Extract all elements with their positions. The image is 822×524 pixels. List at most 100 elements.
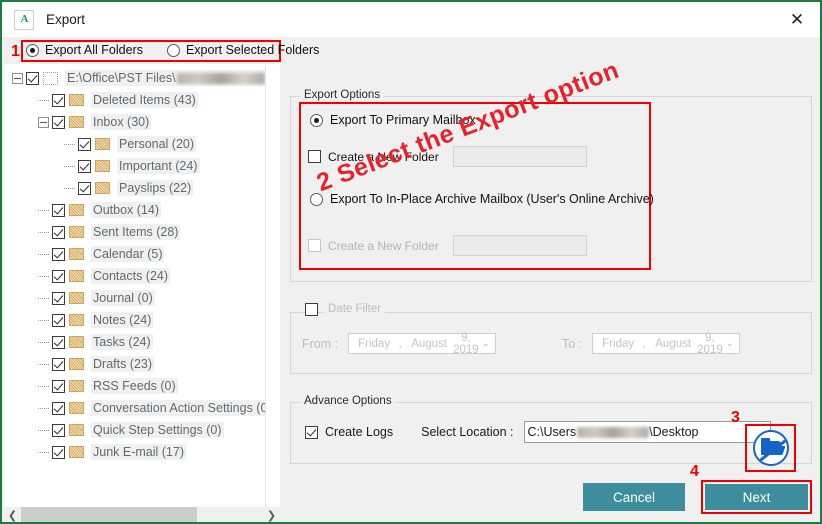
tree-horizontal-scrollbar[interactable]: ❮ ❯: [4, 507, 280, 522]
folder-icon: [69, 94, 84, 106]
tree-connector: [38, 231, 49, 233]
option-export-to-primary-mailbox[interactable]: Export To Primary Mailbox: [310, 113, 476, 127]
close-icon[interactable]: ✕: [774, 2, 820, 37]
redacted-path: [176, 73, 265, 85]
tree-item-checkbox[interactable]: [52, 401, 65, 415]
tree-item[interactable]: Important (24): [4, 155, 266, 177]
tree-item-checkbox[interactable]: [52, 291, 65, 305]
tree-item-label: Quick Step Settings (0): [91, 422, 224, 438]
tree-item-label: Payslips (22): [117, 180, 194, 196]
tree-item-label: Conversation Action Settings (0): [91, 400, 274, 416]
tree-item[interactable]: Quick Step Settings (0): [4, 419, 266, 441]
tree-item-checkbox[interactable]: [52, 247, 65, 261]
primary-create-new-folder-row[interactable]: Create a New Folder: [308, 146, 587, 167]
scroll-right-icon[interactable]: ❯: [263, 507, 280, 522]
input-primary-new-folder-name[interactable]: [452, 146, 587, 167]
collapse-icon[interactable]: [12, 72, 23, 84]
tree-connector: [64, 187, 75, 189]
tree-connector: [38, 385, 49, 387]
tree-item[interactable]: E:\Office\PST Files\: [4, 67, 267, 89]
tree-item[interactable]: Inbox (30): [4, 111, 266, 133]
label-archive-mailbox: Export To In-Place Archive Mailbox (User…: [330, 192, 654, 206]
tree-item-checkbox[interactable]: [78, 159, 91, 173]
root-node-icon: [43, 71, 58, 85]
checkbox-create-logs[interactable]: [305, 425, 318, 439]
tree-item-checkbox[interactable]: [52, 225, 65, 239]
label-primary-mailbox: Export To Primary Mailbox: [330, 113, 476, 127]
tree-item-checkbox[interactable]: [52, 335, 65, 349]
tree-item-checkbox[interactable]: [52, 203, 65, 217]
folder-icon: [69, 116, 84, 128]
tree-vertical-scrollbar[interactable]: [265, 64, 280, 507]
folder-icon: [69, 204, 84, 216]
folder-browse-icon[interactable]: [750, 429, 791, 467]
tree-connector: [38, 253, 49, 255]
tree-connector: [38, 451, 49, 453]
tree-item-label: Personal (20): [117, 136, 197, 152]
chevron-down-icon[interactable]: ⌄: [479, 338, 493, 349]
annotation-step-1: 1: [11, 43, 20, 60]
tree-item-label: Journal (0): [91, 290, 155, 306]
export-dialog-window: A Export ✕ 1 Export All Folders Export S…: [0, 0, 822, 524]
tree-item[interactable]: Calendar (5): [4, 243, 266, 265]
tree-item-checkbox[interactable]: [52, 445, 65, 459]
tree-item[interactable]: Tasks (24): [4, 331, 266, 353]
tree-item[interactable]: Conversation Action Settings (0): [4, 397, 274, 419]
checkbox-primary-create-new-folder[interactable]: [308, 150, 321, 163]
hscroll-thumb[interactable]: [21, 507, 197, 522]
datepicker-to-day: Friday: [602, 337, 635, 350]
next-button[interactable]: Next: [705, 484, 808, 510]
tree-item-checkbox[interactable]: [52, 93, 65, 107]
tree-item-label: Outbox (14): [91, 202, 162, 218]
label-primary-create-new-folder: Create a New Folder: [328, 149, 439, 164]
tree-item-checkbox[interactable]: [26, 71, 39, 85]
scroll-left-icon[interactable]: ❮: [4, 507, 21, 522]
tree-item-checkbox[interactable]: [52, 115, 65, 129]
radio-export-selected-folders[interactable]: [166, 43, 180, 57]
tree-item-checkbox[interactable]: [52, 379, 65, 393]
tree-item-checkbox[interactable]: [78, 137, 91, 151]
datepicker-from-day: Friday: [358, 337, 391, 350]
tree-connector: [38, 407, 49, 409]
tree-item[interactable]: Junk E-mail (17): [4, 441, 266, 463]
radio-export-all-folders[interactable]: [26, 43, 39, 57]
tree-item-checkbox[interactable]: [52, 357, 65, 371]
tree-item[interactable]: Deleted Items (43): [4, 89, 266, 111]
tree-item-checkbox[interactable]: [52, 313, 65, 327]
datepicker-from[interactable]: Friday , August 9, 2019 ⌄: [348, 332, 497, 356]
tree-item[interactable]: RSS Feeds (0): [4, 375, 266, 397]
option-export-to-archive-mailbox[interactable]: Export To In-Place Archive Mailbox (User…: [310, 192, 654, 206]
folder-tree-panel[interactable]: E:\Office\PST Files\ Deleted Items (43) In…: [4, 64, 280, 507]
tree-item-checkbox[interactable]: [78, 181, 91, 195]
tree-item[interactable]: Payslips (22): [4, 177, 266, 199]
chevron-down-icon[interactable]: ⌄: [723, 338, 737, 349]
tree-item-label: E:\Office\PST Files\: [65, 70, 267, 86]
tree-connector: [64, 165, 75, 167]
tree-item-checkbox[interactable]: [52, 423, 65, 437]
tree-item[interactable]: Personal (20): [4, 133, 266, 155]
tree-item[interactable]: Drafts (23): [4, 353, 266, 375]
tree-item[interactable]: Journal (0): [4, 287, 266, 309]
datepicker-to[interactable]: Friday , August 9, 2019 ⌄: [592, 332, 741, 356]
radio-archive-mailbox[interactable]: [310, 192, 323, 206]
advance-options-row: Create Logs Select Location : C:\Users \…: [305, 421, 771, 443]
tree-item-checkbox[interactable]: [52, 269, 65, 283]
tree-item[interactable]: Contacts (24): [4, 265, 266, 287]
annotation-step-3: 3: [731, 409, 740, 426]
tree-item[interactable]: Sent Items (28): [4, 221, 266, 243]
tree-item-label: Calendar (5): [91, 246, 165, 262]
advance-options-title: Advance Options: [300, 395, 396, 407]
cancel-button[interactable]: Cancel: [583, 483, 685, 511]
folder-icon: [69, 314, 84, 326]
checkbox-date-filter[interactable]: [305, 303, 318, 316]
folder-icon: [69, 270, 84, 282]
folder-icon: [69, 402, 84, 414]
scope-radio-group: Export All Folders Export Selected Folde…: [26, 43, 343, 57]
hscroll-track[interactable]: [197, 507, 263, 522]
tree-item[interactable]: Outbox (14): [4, 199, 266, 221]
tree-item-label: Junk E-mail (17): [91, 444, 186, 460]
tree-item[interactable]: Notes (24): [4, 309, 266, 331]
collapse-icon[interactable]: [38, 116, 49, 128]
radio-primary-mailbox[interactable]: [310, 113, 323, 127]
folder-icon: [69, 446, 84, 458]
